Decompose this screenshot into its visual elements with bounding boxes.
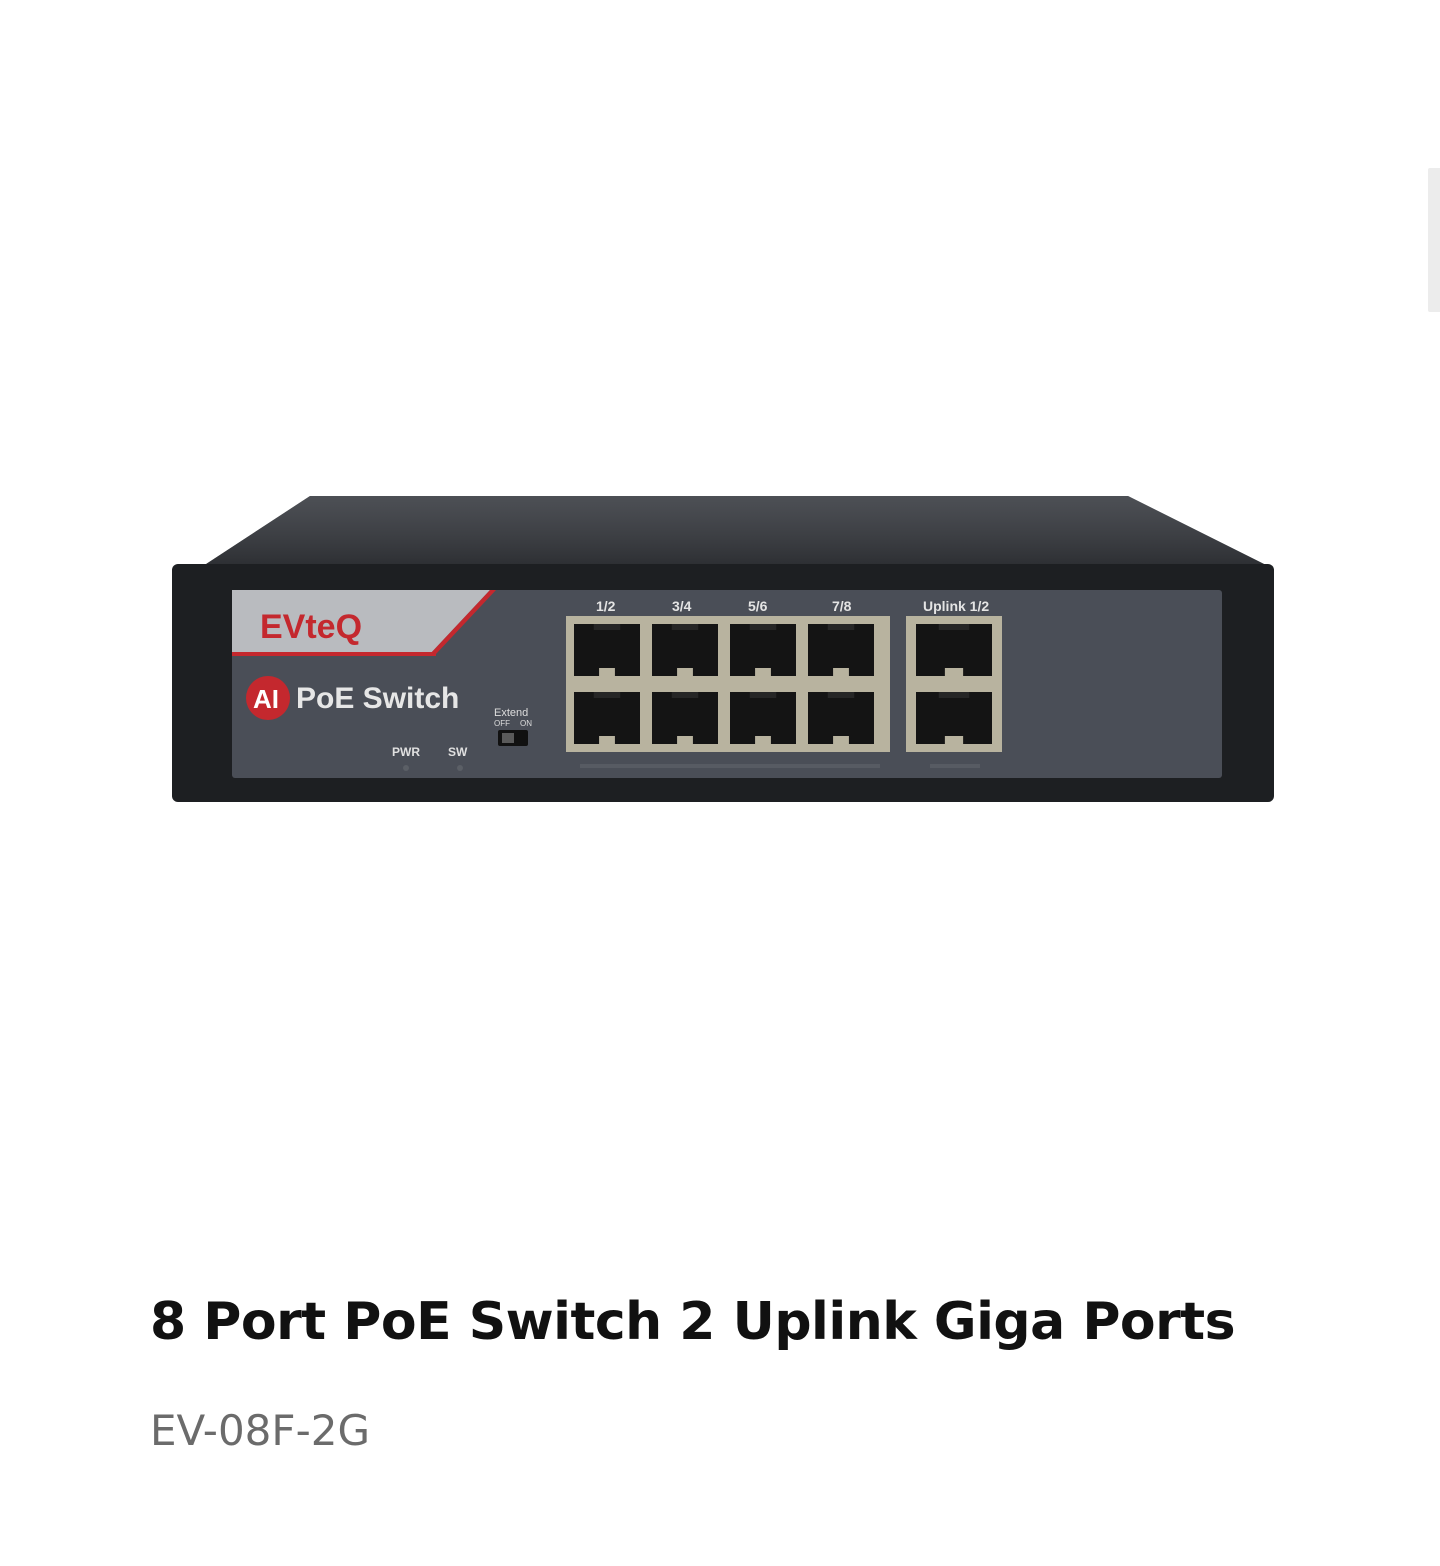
brand-logo: EVteQ <box>260 608 362 646</box>
switch-on-label: ON <box>520 719 532 728</box>
port-group-label: 5/6 <box>748 598 768 614</box>
product-model-number: EV-08F-2G <box>150 1406 370 1455</box>
extend-switch-label: Extend <box>494 707 528 719</box>
sw-led <box>457 765 463 771</box>
sw-led-label: SW <box>448 745 468 759</box>
product-title: 8 Port PoE Switch 2 Uplink Giga Ports <box>150 1292 1236 1352</box>
port-led-row <box>580 764 880 768</box>
uplink-label: Uplink 1/2 <box>923 598 989 614</box>
rj45-port <box>652 624 718 676</box>
rj45-port <box>574 624 640 676</box>
port-group-label: 3/4 <box>672 598 692 614</box>
series-label: PoE Switch <box>296 682 459 715</box>
port-group-label: 7/8 <box>832 598 852 614</box>
rj45-port <box>808 692 874 744</box>
rj45-port <box>808 624 874 676</box>
pwr-led-label: PWR <box>392 745 420 759</box>
ai-badge-text: AI <box>253 684 279 714</box>
rj45-port <box>730 624 796 676</box>
switch-off-label: OFF <box>494 719 510 728</box>
port-group-label: 1/2 <box>596 598 616 614</box>
rj45-port <box>916 624 992 676</box>
rj45-port <box>574 692 640 744</box>
poe-switch-device-illustration: EVteQ AI PoE Switch Extend OFF ON PWR SW… <box>172 496 1274 802</box>
product-image: EVteQ AI PoE Switch Extend OFF ON PWR SW… <box>160 480 1290 820</box>
pwr-led <box>403 765 409 771</box>
rj45-port <box>652 692 718 744</box>
rj45-port <box>916 692 992 744</box>
scrollbar-thumb[interactable] <box>1428 168 1440 312</box>
uplink-led-row <box>930 764 980 768</box>
rj45-port <box>730 692 796 744</box>
